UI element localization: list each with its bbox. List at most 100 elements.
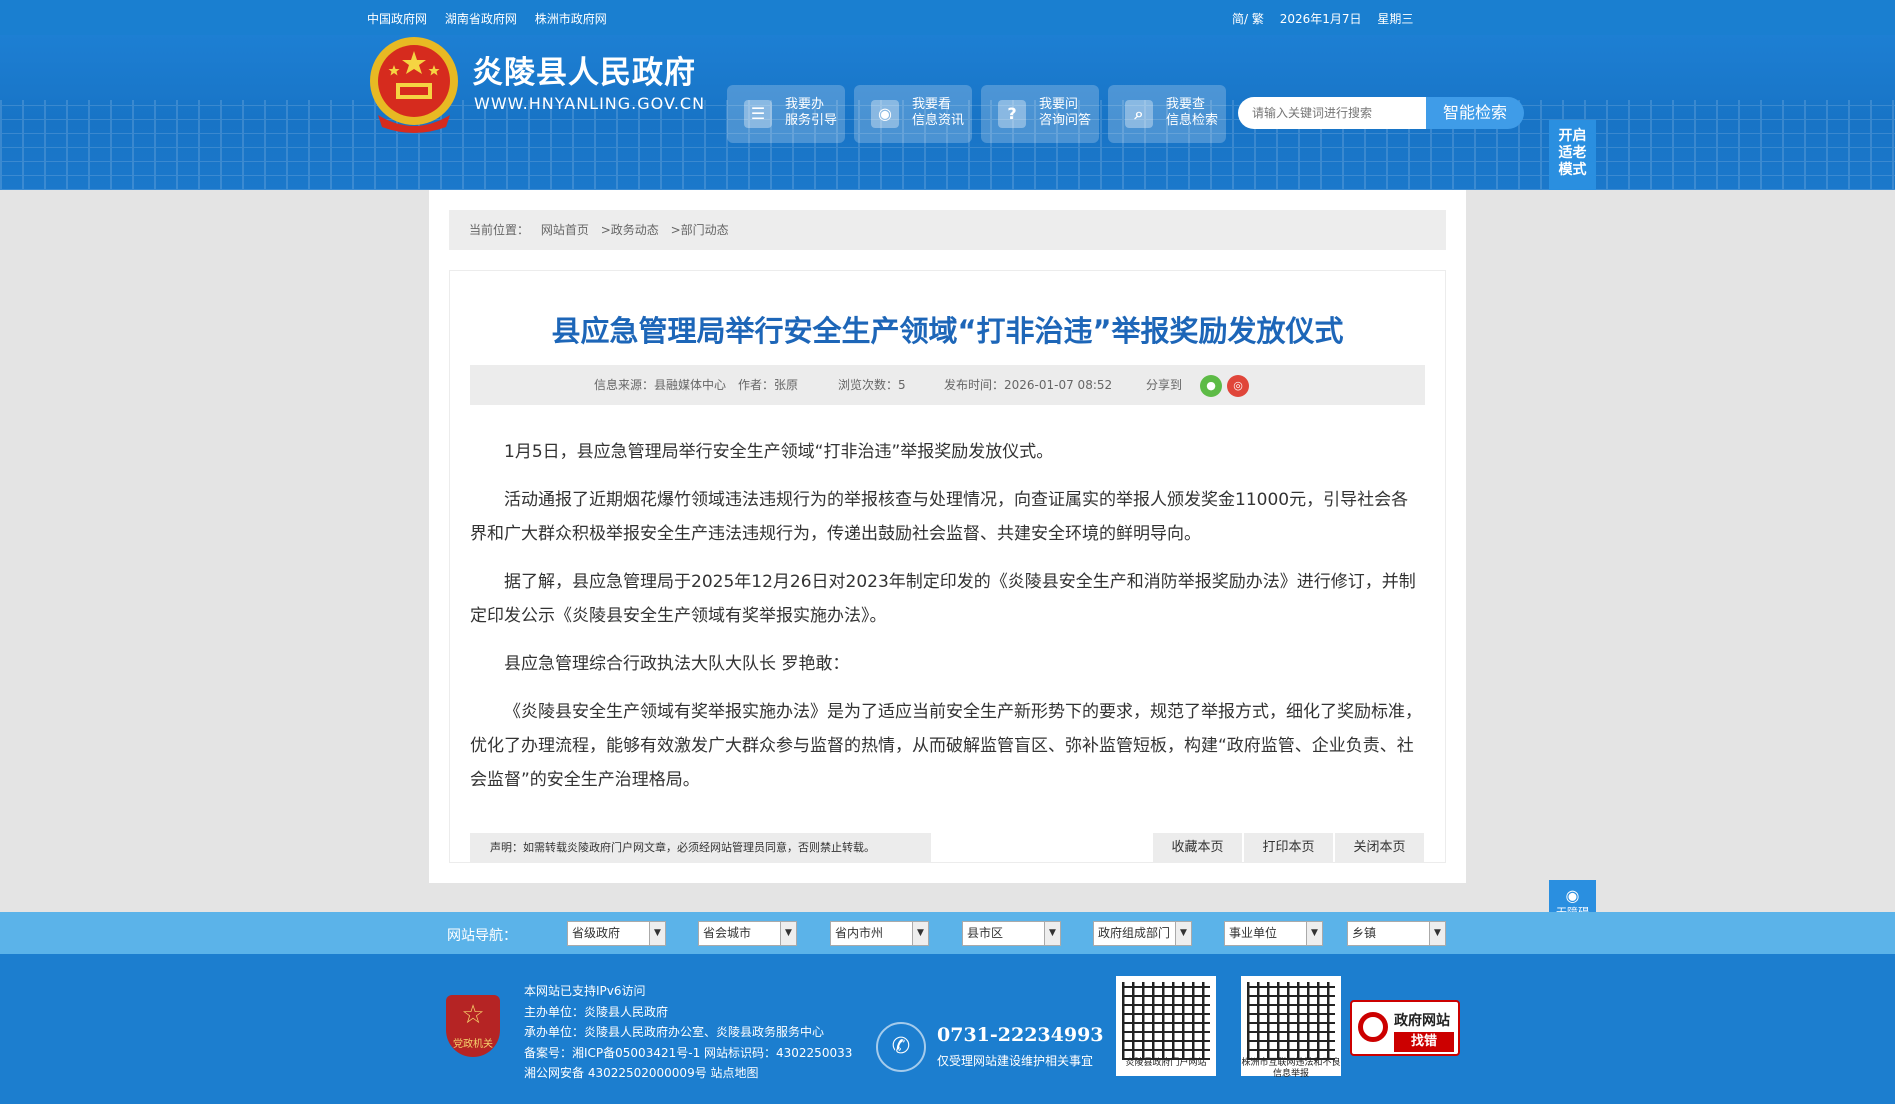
chevron-down-icon: ▼ — [1175, 922, 1191, 945]
organizer: 承办单位：炎陵县人民政府办公室、炎陵县政务服务中心 — [524, 1025, 825, 1039]
national-emblem-icon — [370, 37, 458, 133]
wechat-icon[interactable]: ● — [1200, 375, 1222, 397]
report-error-line1: 政府网站 — [1394, 1013, 1450, 1029]
article-body: 1月5日，县应急管理局举行安全生产领域“打非治违”举报奖励发放仪式。 活动通报了… — [470, 435, 1425, 811]
select-provincial-gov[interactable]: 省级政府 ▼ — [567, 921, 666, 946]
select-value: 县市区 — [967, 926, 1004, 940]
select-value: 省级政府 — [572, 926, 621, 940]
eye-icon: ◉ — [871, 100, 899, 128]
sponsor: 主办单位：炎陵县人民政府 — [524, 1004, 669, 1019]
party-gov-badge[interactable]: ☆ 党政机关 — [446, 995, 500, 1057]
party-badge-label: 党政机关 — [453, 1039, 493, 1050]
select-counties[interactable]: 县市区 ▼ — [962, 921, 1061, 946]
reprint-notice: 声明：如需转载炎陵政府门户网文章，必须经网站管理员同意，否则禁止转载。 — [470, 833, 931, 862]
button-sublabel: 信息资讯 — [912, 113, 965, 128]
select-value: 事业单位 — [1229, 926, 1278, 940]
service-phone: 0731-22234993 — [937, 1024, 1104, 1046]
form-icon: ☰ — [744, 100, 772, 128]
select-value: 政府组成部门 — [1098, 926, 1171, 940]
info-news-button[interactable]: ◉ 我要看 信息资讯 — [854, 85, 972, 143]
site-name[interactable]: 炎陵县人民政府 — [472, 47, 696, 92]
article-paragraph: 《炎陵县安全生产领域有奖举报实施办法》是为了适应当前安全生产新形势下的要求，规范… — [470, 702, 1422, 790]
nav-label: 网站导航： — [447, 928, 517, 944]
article-paragraph: 据了解，县应急管理局于2025年12月26日对2023年制定印发的《炎陵县安全生… — [470, 572, 1416, 626]
select-value: 省会城市 — [703, 926, 752, 940]
qr-caption: 炎陵县政府门户网站 — [1125, 1058, 1207, 1068]
bookmark-page-button[interactable]: 收藏本页 — [1153, 833, 1242, 862]
select-public-institutions[interactable]: 事业单位 ▼ — [1224, 921, 1323, 946]
article-paragraph: 活动通报了近期烟花爆竹领域违法违规行为的举报核查与处理情况，向查证属实的举报人颁… — [470, 490, 1409, 544]
report-error-badge[interactable]: 政府网站 找错 — [1350, 1000, 1460, 1056]
lang-switch[interactable]: 简/ 繁 — [1232, 12, 1264, 26]
button-label: 我要查 — [1166, 97, 1206, 112]
select-province-cities[interactable]: 省内市州 ▼ — [830, 921, 929, 946]
article-paragraph: 1月5日，县应急管理局举行安全生产领域“打非治违”举报奖励发放仪式。 — [504, 442, 1054, 462]
qr-code-icon — [1247, 982, 1335, 1060]
magnifier-icon — [1358, 1012, 1388, 1042]
meta-share-label: 分享到 — [1146, 378, 1183, 392]
report-qr-code: 株洲市互联网违法和不良信息举报 — [1241, 976, 1341, 1079]
phone-icon: ✆ — [876, 1022, 926, 1072]
portal-qr-code: 炎陵县政府门户网站 — [1116, 976, 1216, 1076]
current-date: 2026年1月7日 — [1279, 12, 1362, 26]
close-page-button[interactable]: 关闭本页 — [1335, 833, 1424, 862]
search-icon: ⌕ — [1125, 100, 1153, 128]
print-page-button[interactable]: 打印本页 — [1244, 833, 1333, 862]
service-guide-button[interactable]: ☰ 我要办 服务引导 — [727, 85, 845, 143]
top-strip: 中国政府网 湖南省政府网 株洲市政府网 简/ 繁 2026年1月7日 星期三 — [0, 0, 1895, 35]
select-value: 省内市州 — [835, 926, 884, 940]
meta-views: 浏览次数：5 — [838, 378, 906, 392]
article-meta: 信息来源：县融媒体中心 作者：张原 浏览次数：5 发布时间：2026-01-07… — [470, 365, 1425, 405]
footer-info: 本网站已支持IPv6访问 主办单位：炎陵县人民政府 承办单位：炎陵县人民政府办公… — [524, 981, 852, 1084]
site-url: WWW.HNYANLING.GOV.CN — [474, 94, 706, 113]
consult-qa-button[interactable]: ? 我要问 咨询问答 — [981, 85, 1099, 143]
question-icon: ? — [998, 100, 1026, 128]
elder-mode-toggle[interactable]: 开启适老模式 — [1549, 120, 1596, 190]
current-weekday: 星期三 — [1377, 12, 1414, 26]
chevron-down-icon: ▼ — [912, 922, 928, 945]
breadcrumb-gov-news[interactable]: >政务动态 — [601, 223, 659, 237]
ipv6-note: 本网站已支持IPv6访问 — [524, 984, 646, 998]
select-value: 乡镇 — [1352, 926, 1377, 940]
breadcrumb-dept-news[interactable]: >部门动态 — [671, 223, 729, 237]
button-label: 我要看 — [912, 97, 952, 112]
button-sublabel: 服务引导 — [785, 113, 838, 128]
elder-mode-label: 开启适老模式 — [1558, 128, 1587, 178]
article-paragraph: 县应急管理综合行政执法大队大队长 罗艳敢： — [504, 654, 850, 674]
info-search-button[interactable]: ⌕ 我要查 信息检索 — [1108, 85, 1226, 143]
link-gov-cn[interactable]: 中国政府网 — [367, 12, 427, 26]
meta-source: 信息来源：县融媒体中心 — [594, 378, 727, 392]
icp-record[interactable]: 备案号：湘ICP备05003421号-1 网站标识码：4302250033 — [524, 1043, 852, 1064]
link-zhuzhou-gov[interactable]: 株洲市政府网 — [535, 12, 607, 26]
button-label: 我要办 — [785, 97, 825, 112]
meta-published: 发布时间：2026-01-07 08:52 — [944, 378, 1113, 392]
article-title: 县应急管理局举行安全生产领域“打非治违”举报奖励发放仪式 — [551, 314, 1344, 348]
link-hunan-gov[interactable]: 湖南省政府网 — [445, 12, 517, 26]
smart-search-button[interactable]: 智能检索 — [1426, 97, 1524, 129]
site-navigation-bar: 网站导航： 省级政府 ▼ 省会城市 ▼ 省内市州 ▼ 县市区 ▼ 政府组成部门 ▼ 事业单… — [0, 912, 1895, 954]
chevron-down-icon: ▼ — [1429, 922, 1445, 945]
meta-author: 作者：张原 — [738, 378, 799, 392]
chevron-down-icon: ▼ — [1044, 922, 1060, 945]
chevron-down-icon: ▼ — [649, 922, 665, 945]
weibo-icon[interactable]: ◎ — [1227, 375, 1249, 397]
eye-icon: ◉ — [1565, 886, 1580, 905]
party-emblem-icon: ☆ — [461, 1000, 485, 1030]
breadcrumb-home[interactable]: 网站首页 — [541, 223, 589, 237]
chevron-down-icon: ▼ — [780, 922, 796, 945]
button-label: 我要问 — [1039, 97, 1079, 112]
select-capital-cities[interactable]: 省会城市 ▼ — [698, 921, 797, 946]
button-sublabel: 咨询问答 — [1039, 113, 1092, 128]
chevron-down-icon: ▼ — [1306, 922, 1322, 945]
phone-note: 仅受理网站建设维护相关事宜 — [937, 1054, 1094, 1068]
breadcrumb: 当前位置： 网站首页 >政务动态 >部门动态 — [449, 210, 1446, 250]
public-security-record[interactable]: 湘公网安备 43022502000009号 站点地图 — [524, 1063, 852, 1084]
report-error-line2: 找错 — [1394, 1032, 1454, 1052]
select-gov-departments[interactable]: 政府组成部门 ▼ — [1093, 921, 1192, 946]
qr-caption: 株洲市互联网违法和不良信息举报 — [1241, 1058, 1341, 1079]
top-right-info: 简/ 繁 2026年1月7日 星期三 — [1232, 10, 1425, 27]
qr-code-icon — [1122, 982, 1210, 1060]
button-sublabel: 信息检索 — [1166, 113, 1219, 128]
select-towns[interactable]: 乡镇 ▼ — [1347, 921, 1446, 946]
search-input[interactable] — [1238, 97, 1426, 129]
